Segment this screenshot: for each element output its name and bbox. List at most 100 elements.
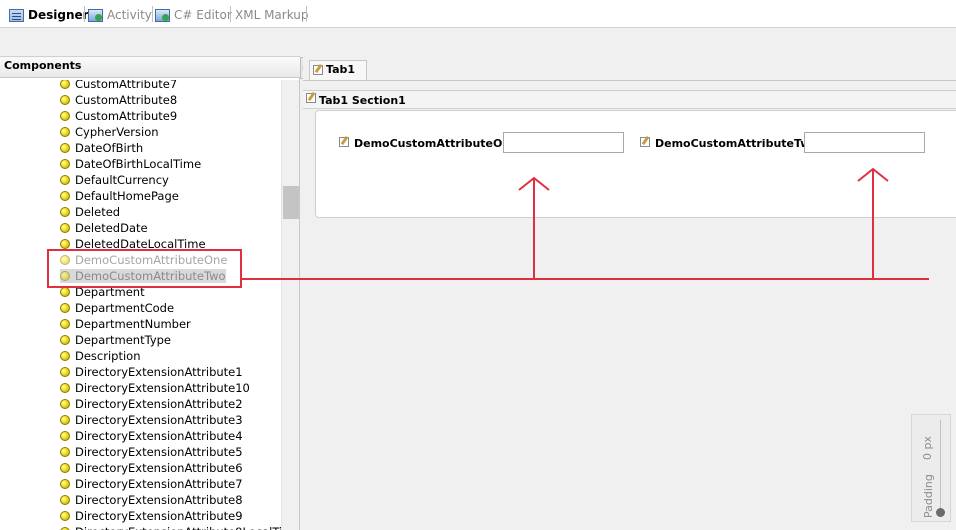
list-item[interactable]: DirectoryExtensionAttribute6 bbox=[0, 460, 282, 476]
padding-slider-track[interactable] bbox=[940, 420, 941, 510]
property-bullet-icon bbox=[60, 495, 70, 505]
list-item[interactable]: CypherVersion bbox=[0, 124, 282, 140]
components-scrollbar[interactable] bbox=[281, 80, 299, 530]
tab-separator bbox=[84, 6, 85, 22]
property-bullet-icon bbox=[60, 463, 70, 473]
section-title: Tab1 Section1 bbox=[319, 94, 406, 107]
list-item[interactable]: DefaultCurrency bbox=[0, 172, 282, 188]
list-item[interactable]: DirectoryExtensionAttribute4 bbox=[0, 428, 282, 444]
list-item[interactable]: CustomAttribute7 bbox=[0, 80, 282, 92]
list-item[interactable]: DirectoryExtensionAttribute9LocalTime bbox=[0, 524, 282, 530]
list-item[interactable]: DepartmentNumber bbox=[0, 316, 282, 332]
property-bullet-icon bbox=[60, 383, 70, 393]
list-item-label: DirectoryExtensionAttribute10 bbox=[75, 381, 250, 395]
tab-designer[interactable]: Designer bbox=[9, 6, 89, 24]
list-item-label: DirectoryExtensionAttribute6 bbox=[75, 461, 243, 475]
list-item[interactable]: DirectoryExtensionAttribute3 bbox=[0, 412, 282, 428]
list-item-label: DemoCustomAttributeTwo bbox=[60, 269, 226, 283]
property-bullet-icon bbox=[60, 271, 70, 281]
property-bullet-icon bbox=[60, 479, 70, 489]
components-title: Components bbox=[4, 59, 82, 72]
property-bullet-icon bbox=[60, 143, 70, 153]
list-item-label: DemoCustomAttributeOne bbox=[75, 253, 228, 267]
csharp-editor-icon bbox=[155, 8, 170, 22]
property-bullet-icon bbox=[60, 127, 70, 137]
list-item-label: Description bbox=[75, 349, 141, 363]
list-item-label: DirectoryExtensionAttribute1 bbox=[75, 365, 243, 379]
padding-label: Padding bbox=[922, 474, 935, 518]
padding-slider-knob[interactable] bbox=[936, 508, 945, 517]
field-label-demo-one: DemoCustomAttributeOne : bbox=[354, 137, 526, 150]
list-item[interactable]: DirectoryExtensionAttribute1 bbox=[0, 364, 282, 380]
toolbar-band bbox=[0, 29, 956, 55]
list-item[interactable]: Deleted bbox=[0, 204, 282, 220]
padding-value: 0 px bbox=[921, 436, 934, 460]
edit-icon bbox=[313, 65, 323, 75]
tab-separator bbox=[306, 6, 307, 22]
property-bullet-icon bbox=[60, 287, 70, 297]
property-bullet-icon bbox=[60, 415, 70, 425]
list-item[interactable]: DepartmentType bbox=[0, 332, 282, 348]
list-item[interactable]: DeletedDateLocalTime bbox=[0, 236, 282, 252]
list-item[interactable]: DeletedDate bbox=[0, 220, 282, 236]
property-bullet-icon bbox=[60, 367, 70, 377]
list-item[interactable]: DirectoryExtensionAttribute7 bbox=[0, 476, 282, 492]
list-item[interactable]: DirectoryExtensionAttribute9 bbox=[0, 508, 282, 524]
scrollbar-thumb[interactable] bbox=[283, 186, 299, 219]
property-bullet-icon bbox=[60, 159, 70, 169]
list-item-label: DirectoryExtensionAttribute2 bbox=[75, 397, 243, 411]
list-item-label: DepartmentNumber bbox=[75, 317, 191, 331]
components-panel: Components › CustomAttribute7CustomAttri… bbox=[0, 56, 307, 530]
activity-icon bbox=[88, 8, 103, 22]
list-item-label: CustomAttribute7 bbox=[75, 80, 178, 91]
property-bullet-icon bbox=[60, 191, 70, 201]
list-item-label: DefaultCurrency bbox=[75, 173, 169, 187]
property-bullet-icon bbox=[60, 175, 70, 185]
list-item[interactable]: DefaultHomePage bbox=[0, 188, 282, 204]
designer-icon bbox=[9, 8, 24, 22]
list-item-label: DeletedDateLocalTime bbox=[75, 237, 206, 251]
property-bullet-icon bbox=[60, 111, 70, 121]
edit-icon bbox=[339, 137, 349, 147]
list-item-label: DepartmentCode bbox=[75, 301, 175, 315]
list-item-label: DirectoryExtensionAttribute7 bbox=[75, 477, 243, 491]
list-item-label: DeletedDate bbox=[75, 221, 148, 235]
list-item[interactable]: Department bbox=[0, 284, 282, 300]
tab-separator bbox=[230, 6, 231, 22]
list-item[interactable]: DirectoryExtensionAttribute5 bbox=[0, 444, 282, 460]
editor-tab-bar: Designer Activity C# Editor XML Markup bbox=[0, 0, 956, 28]
list-item[interactable]: CustomAttribute9 bbox=[0, 108, 282, 124]
demo-custom-attribute-two-input[interactable] bbox=[804, 132, 925, 153]
list-item-label: DefaultHomePage bbox=[75, 189, 179, 203]
list-item[interactable]: Description bbox=[0, 348, 282, 364]
list-item[interactable]: DirectoryExtensionAttribute10 bbox=[0, 380, 282, 396]
property-bullet-icon bbox=[60, 303, 70, 313]
tab-xml-markup[interactable]: XML Markup bbox=[235, 6, 309, 24]
list-item[interactable]: DirectoryExtensionAttribute2 bbox=[0, 396, 282, 412]
list-item[interactable]: DemoCustomAttributeOne bbox=[0, 252, 282, 268]
list-item-label: DirectoryExtensionAttribute4 bbox=[75, 429, 243, 443]
edit-icon bbox=[306, 93, 316, 103]
list-item[interactable]: CustomAttribute8 bbox=[0, 92, 282, 108]
tab-tab1[interactable]: Tab1 bbox=[309, 60, 367, 80]
list-item-label: DirectoryExtensionAttribute8 bbox=[75, 493, 243, 507]
property-bullet-icon bbox=[60, 223, 70, 233]
tab-csharp-editor[interactable]: C# Editor bbox=[155, 6, 232, 24]
demo-custom-attribute-one-input[interactable] bbox=[503, 132, 624, 153]
section-body bbox=[315, 110, 956, 218]
tab-activity[interactable]: Activity bbox=[88, 6, 152, 24]
property-bullet-icon bbox=[60, 335, 70, 345]
tab-activity-label: Activity bbox=[107, 8, 152, 22]
property-bullet-icon bbox=[60, 447, 70, 457]
components-list-items: CustomAttribute7 CustomAttribute8 CustomAt… bbox=[0, 80, 282, 530]
property-bullet-icon bbox=[60, 351, 70, 361]
list-item[interactable]: DateOfBirth bbox=[0, 140, 282, 156]
list-item[interactable]: DemoCustomAttributeTwo bbox=[0, 268, 282, 284]
list-item[interactable]: DirectoryExtensionAttribute8 bbox=[0, 492, 282, 508]
list-item[interactable]: DateOfBirthLocalTime bbox=[0, 156, 282, 172]
list-item-label: DirectoryExtensionAttribute9 bbox=[75, 509, 243, 523]
property-bullet-icon bbox=[60, 511, 70, 521]
tab-underline bbox=[303, 80, 956, 81]
designer-window: Designer Activity C# Editor XML Markup C… bbox=[0, 0, 956, 530]
list-item[interactable]: DepartmentCode bbox=[0, 300, 282, 316]
